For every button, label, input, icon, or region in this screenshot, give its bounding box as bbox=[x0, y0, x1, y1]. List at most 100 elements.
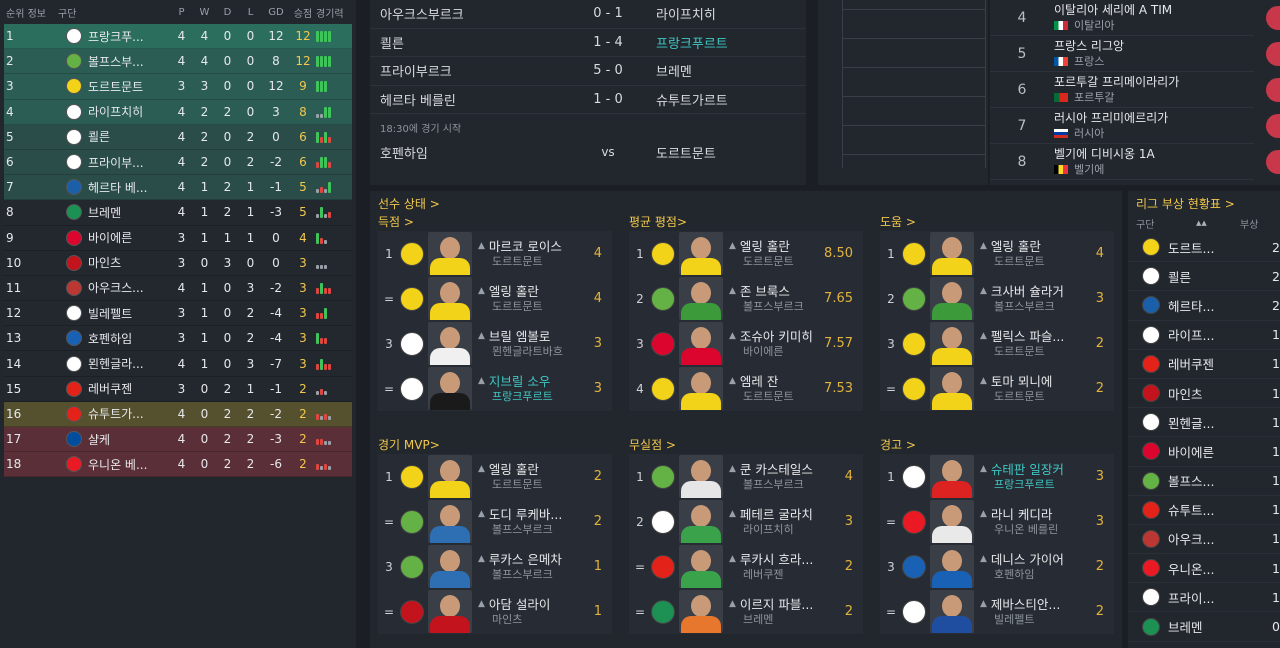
player-row[interactable]: 2 ▲ 페테르 굴라치 라이프치히 3 bbox=[629, 499, 863, 544]
row-team[interactable]: 호펜하임 bbox=[30, 330, 170, 347]
player-name[interactable]: 조슈아 키미히 bbox=[740, 329, 813, 344]
table-row[interactable]: 16 슈투트가... 4 0 2 2 -2 2 bbox=[4, 401, 352, 427]
player-team[interactable]: 프랑크푸르트 bbox=[478, 389, 570, 404]
header-l[interactable]: L bbox=[239, 7, 262, 18]
player-name[interactable]: 엠레 잔 bbox=[740, 374, 778, 389]
player-team[interactable]: 우니온 베를린 bbox=[980, 522, 1072, 537]
player-row[interactable]: 1 ▲ 슈테판 일장커 프랑크푸르트 3 bbox=[880, 454, 1114, 499]
player-name[interactable]: 엘링 홀란 bbox=[489, 462, 539, 477]
player-team[interactable]: 볼프스부르크 bbox=[478, 522, 570, 537]
row-team[interactable]: 빌레펠트 bbox=[30, 305, 170, 322]
player-team[interactable]: 도르트문트 bbox=[980, 389, 1072, 404]
row-team[interactable]: 샬케 bbox=[30, 431, 170, 448]
stat-category-title[interactable]: 경기 MVP> bbox=[378, 436, 612, 454]
ranking-row[interactable]: 8 벨기에 디비시옹 1A 벨기에 bbox=[990, 144, 1280, 180]
row-team[interactable]: 라이프치히 bbox=[30, 103, 170, 120]
player-name[interactable]: 엘링 홀란 bbox=[991, 239, 1041, 254]
table-row[interactable]: 1 프랑크푸... 4 4 0 0 12 12 bbox=[4, 24, 352, 50]
player-team[interactable]: 레버쿠젠 bbox=[729, 567, 821, 582]
player-name[interactable]: 지브릴 소우 bbox=[489, 374, 550, 389]
fixture-row[interactable]: 아우크스부르크 0 - 1 라이프치히 bbox=[370, 0, 806, 29]
player-team[interactable]: 볼프스부르크 bbox=[729, 477, 821, 492]
player-name[interactable]: 데니스 가이어 bbox=[991, 552, 1064, 567]
player-team[interactable]: 프랑크푸르트 bbox=[980, 477, 1072, 492]
player-name[interactable]: 루카시 흐라... bbox=[740, 552, 813, 567]
injury-row[interactable]: 우니온... 1 bbox=[1128, 554, 1280, 584]
row-team[interactable]: 쾰른 bbox=[30, 128, 170, 145]
stat-category-title[interactable]: 평균 평점> bbox=[629, 213, 863, 231]
header-w[interactable]: W bbox=[193, 7, 216, 18]
player-row[interactable]: = ▲ 이르지 파블... 브레멘 2 bbox=[629, 589, 863, 634]
upcoming-fixture[interactable]: 호펜하임 vs 도르트문트 bbox=[370, 138, 806, 167]
player-team[interactable]: 볼프스부르크 bbox=[729, 299, 821, 314]
player-name[interactable]: 마르코 로이스 bbox=[489, 239, 562, 254]
row-team[interactable]: 프라이부... bbox=[30, 154, 170, 171]
row-form[interactable] bbox=[316, 156, 344, 169]
player-name[interactable]: 도디 루케바... bbox=[489, 507, 562, 522]
row-team[interactable]: 볼프스부... bbox=[30, 53, 170, 70]
player-name[interactable]: 엘링 홀란 bbox=[740, 239, 790, 254]
table-row[interactable]: 9 바이에른 3 1 1 1 0 4 bbox=[4, 225, 352, 251]
player-team[interactable]: 마인츠 bbox=[478, 612, 570, 627]
row-form[interactable] bbox=[316, 55, 344, 68]
table-row[interactable]: 2 볼프스부... 4 4 0 0 8 12 bbox=[4, 49, 352, 75]
table-row[interactable]: 15 레버쿠젠 3 0 2 1 -1 2 bbox=[4, 376, 352, 402]
player-name[interactable]: 엘링 홀란 bbox=[489, 284, 539, 299]
injury-title[interactable]: 리그 부상 현황표 > bbox=[1128, 191, 1280, 213]
injury-row[interactable]: 볼프스... 1 bbox=[1128, 467, 1280, 496]
player-team[interactable]: 볼프스부르크 bbox=[980, 299, 1072, 314]
player-name[interactable]: 제바스티안... bbox=[991, 597, 1060, 612]
row-form[interactable] bbox=[316, 332, 344, 345]
ranking-row[interactable]: 6 포르투갈 프리메이라리가 포르투갈 bbox=[990, 72, 1280, 108]
player-name[interactable]: 토마 뫼니에 bbox=[991, 374, 1052, 389]
player-team[interactable]: 볼프스부르크 bbox=[478, 567, 570, 582]
player-stats-title[interactable]: 선수 상태 > bbox=[378, 195, 440, 212]
row-form[interactable] bbox=[316, 181, 344, 194]
table-row[interactable]: 3 도르트문트 3 3 0 0 12 9 bbox=[4, 74, 352, 100]
player-name[interactable]: 슈테판 일장커 bbox=[991, 462, 1064, 477]
row-form[interactable] bbox=[316, 257, 344, 269]
player-team[interactable]: 브레멘 bbox=[729, 612, 821, 627]
injury-row[interactable]: 브레멘 0 bbox=[1128, 612, 1280, 642]
row-team[interactable]: 바이에른 bbox=[30, 229, 170, 246]
row-team[interactable]: 레버쿠젠 bbox=[30, 380, 170, 397]
player-row[interactable]: = ▲ 제바스티안... 빌레펠트 2 bbox=[880, 589, 1114, 634]
player-row[interactable]: 3 ▲ 조슈아 키미히 바이에른 7.57 bbox=[629, 321, 863, 366]
injury-row[interactable]: 쾰른 2 bbox=[1128, 262, 1280, 292]
injury-row[interactable]: 마인츠 1 bbox=[1128, 379, 1280, 409]
table-row[interactable]: 14 묀헨글라... 4 1 0 3 -7 3 bbox=[4, 351, 352, 377]
injury-row[interactable]: 바이에른 1 bbox=[1128, 437, 1280, 467]
player-team[interactable]: 빌레펠트 bbox=[980, 612, 1072, 627]
player-team[interactable]: 도르트문트 bbox=[478, 254, 570, 269]
player-row[interactable]: 4 ▲ 엠레 잔 도르트문트 7.53 bbox=[629, 366, 863, 411]
row-team[interactable]: 브레멘 bbox=[30, 204, 170, 221]
injury-row[interactable]: 레버쿠젠 1 bbox=[1128, 350, 1280, 379]
player-row[interactable]: 1 ▲ 마르코 로이스 도르트문트 4 bbox=[378, 231, 612, 276]
injury-row[interactable]: 슈투트... 1 bbox=[1128, 496, 1280, 525]
player-team[interactable]: 도르트문트 bbox=[478, 299, 570, 314]
table-row[interactable]: 12 빌레펠트 3 1 0 2 -4 3 bbox=[4, 301, 352, 327]
player-row[interactable]: 3 ▲ 펠릭스 파슬... 도르트문트 2 bbox=[880, 321, 1114, 366]
row-team[interactable]: 묀헨글라... bbox=[30, 355, 170, 372]
row-form[interactable] bbox=[316, 131, 344, 143]
player-name[interactable]: 펠릭스 파슬... bbox=[991, 329, 1064, 344]
player-row[interactable]: 1 ▲ 엘링 홀란 도르트문트 8.50 bbox=[629, 231, 863, 276]
table-row[interactable]: 18 우니온 베... 4 0 2 2 -6 2 bbox=[4, 452, 352, 478]
player-row[interactable]: 3 ▲ 데니스 가이어 호펜하임 2 bbox=[880, 544, 1114, 589]
table-row[interactable]: 5 쾰른 4 2 0 2 0 6 bbox=[4, 124, 352, 150]
row-form[interactable] bbox=[316, 433, 344, 446]
row-team[interactable]: 슈투트가... bbox=[30, 405, 170, 422]
player-row[interactable]: 3 ▲ 브릴 엠볼로 묀헨글라트바흐 3 bbox=[378, 321, 612, 366]
table-row[interactable]: 6 프라이부... 4 2 0 2 -2 6 bbox=[4, 149, 352, 176]
stat-category-title[interactable]: 도움 > bbox=[880, 213, 1114, 231]
row-form[interactable] bbox=[316, 206, 344, 219]
row-form[interactable] bbox=[316, 458, 344, 471]
sort-icon[interactable]: ▲▲ bbox=[1196, 219, 1240, 227]
header-gd[interactable]: GD bbox=[262, 7, 290, 18]
row-form[interactable] bbox=[316, 282, 344, 294]
fixture-row[interactable]: 프라이부르크 5 - 0 브레멘 bbox=[370, 57, 806, 86]
stat-category-title[interactable]: 경고 > bbox=[880, 436, 1114, 454]
player-name[interactable]: 존 브룩스 bbox=[740, 284, 790, 299]
player-team[interactable]: 도르트문트 bbox=[478, 477, 570, 492]
header-pos[interactable]: 순위 정보 bbox=[0, 5, 58, 20]
